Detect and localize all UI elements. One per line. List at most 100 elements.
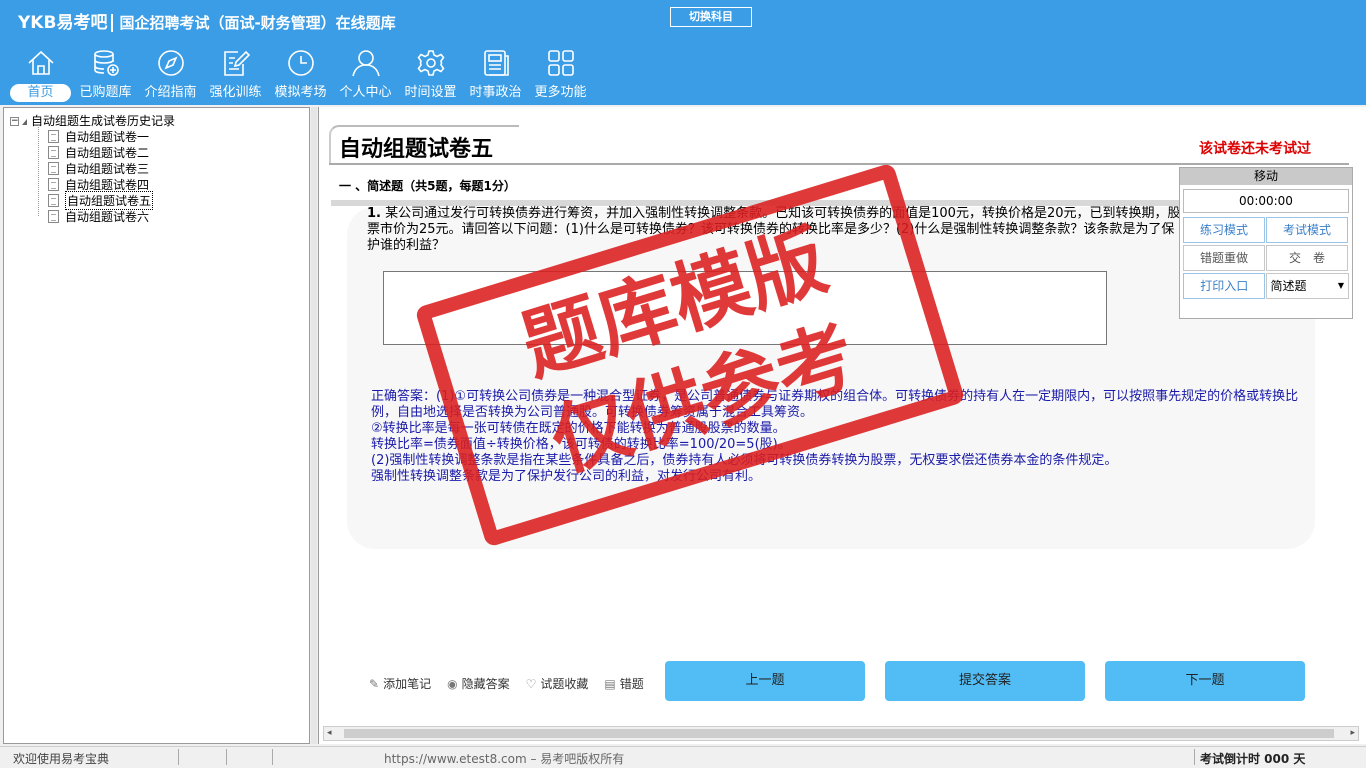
answer-input[interactable] [383, 271, 1107, 345]
favorite-button[interactable]: ♡ 试题收藏 [526, 675, 589, 692]
copyright-url: https://www.etest8.com – 易考吧版权所有 [384, 752, 625, 766]
eye-icon: ◉ [447, 677, 458, 691]
nav-label: 更多功能 [534, 85, 587, 100]
move-handle[interactable]: 移动 [1180, 168, 1352, 185]
nav-label: 时事政治 [469, 85, 522, 100]
nav-more[interactable]: 更多功能 [528, 48, 593, 104]
exam-countdown: 考试倒计时 000 天 [1200, 752, 1306, 766]
app-logo: YKB易考吧 国企招聘考试（面试-财务管理）在线题库 [18, 8, 396, 33]
timer-display: 00:00:00 [1183, 189, 1349, 213]
compass-icon [157, 50, 184, 76]
paper-view: 自动组题试卷五 该试卷还未考试过 一 、简述题（共5题，每题1分） 1. 某公司… [318, 107, 1366, 744]
divider [178, 749, 179, 765]
tool-label: 试题收藏 [540, 677, 589, 691]
wrong-questions-button[interactable]: ▤ 错题 [604, 675, 643, 692]
triangle-icon [22, 118, 27, 125]
tree-items: 自动组题试卷一 自动组题试卷二 自动组题试卷三 自动组题试卷四 自动组题试卷五 … [48, 128, 154, 224]
divider [272, 749, 273, 765]
document-icon [48, 177, 59, 191]
tool-label: 添加笔记 [383, 677, 432, 691]
nav-purchased[interactable]: 已购题库 [73, 48, 138, 104]
next-question-button[interactable]: 下一题 [1105, 661, 1305, 701]
gear-icon [416, 50, 445, 76]
exam-status: 该试卷还未考试过 [1199, 141, 1311, 157]
tree-root-label: 自动组题生成试卷历史记录 [31, 114, 176, 128]
home-icon [27, 50, 54, 75]
nav-guide[interactable]: 介绍指南 [138, 48, 203, 104]
nav-time-settings[interactable]: 时间设置 [398, 48, 463, 104]
hide-answer-button[interactable]: ◉ 隐藏答案 [447, 675, 510, 692]
document-icon [48, 145, 59, 159]
question-number: 1. [367, 206, 381, 221]
collapse-icon[interactable]: − [10, 117, 19, 126]
answer-line: 转换比率=债券面值÷转换价格，该可转债的转换比率=100/20=5(股)。 [371, 437, 791, 452]
exam-mode-button[interactable]: 考试模式 [1266, 217, 1348, 243]
scroll-right-icon[interactable]: ▸ [1350, 727, 1355, 740]
nav-label: 已购题库 [79, 85, 132, 100]
redo-wrong-button[interactable]: 错题重做 [1183, 245, 1265, 271]
scroll-thumb[interactable] [344, 729, 1334, 738]
brand-name: YKB易考吧 [18, 13, 108, 33]
app-header: YKB易考吧 国企招聘考试（面试-财务管理）在线题库 切换科目 首页 已购题库 介… [0, 0, 1366, 105]
nav-label: 强化训练 [209, 85, 262, 100]
answer-line: 强制性转换调整条款是为了保护发行公司的利益，对发行公司有利。 [371, 469, 762, 484]
nav-personal[interactable]: 个人中心 [333, 48, 398, 104]
database-icon [93, 50, 119, 76]
tree-item-selected[interactable]: 自动组题试卷五 [48, 190, 154, 210]
paper-history-tree: − 自动组题生成试卷历史记录 自动组题试卷一 自动组题试卷二 自动组题试卷三 自动… [3, 107, 310, 744]
nav-label: 时间设置 [404, 85, 457, 100]
question-type-select[interactable]: 简述题 [1266, 273, 1349, 299]
answer-line: (2)强制性转换调整条款是指在某些条件具备之后，债券持有人必须将可转换债券转换为… [371, 453, 1118, 468]
tree-item[interactable]: 自动组题试卷二 [48, 144, 153, 160]
submit-answer-button[interactable]: 提交答案 [885, 661, 1085, 701]
app-title: 国企招聘考试（面试-财务管理）在线题库 [119, 14, 396, 32]
main-nav: 首页 已购题库 介绍指南 强化训练 模拟考场 个人中心 时间设置 时事政治 更多… [8, 48, 593, 104]
nav-label: 介绍指南 [144, 85, 197, 100]
splitter[interactable] [311, 107, 317, 744]
book-icon: ▤ [604, 677, 616, 691]
tree-item-label: 自动组题试卷三 [65, 161, 150, 176]
question-card [347, 207, 1315, 549]
print-button[interactable]: 打印入口 [1183, 273, 1266, 299]
grid-icon [547, 50, 574, 76]
heart-icon: ♡ [525, 677, 537, 691]
document-icon [48, 209, 59, 223]
nav-label: 首页 [10, 84, 71, 102]
divider [111, 14, 114, 32]
scroll-left-icon[interactable]: ◂ [327, 727, 332, 740]
tree-connector [38, 125, 48, 216]
tree-item[interactable]: 自动组题试卷三 [48, 160, 153, 176]
prev-question-button[interactable]: 上一题 [665, 661, 865, 701]
question-tools: ✎ 添加笔记 ◉ 隐藏答案 ♡ 试题收藏 ▤ 错题 [369, 675, 660, 692]
switch-subject-button[interactable]: 切换科目 [670, 7, 752, 27]
practice-mode-button[interactable]: 练习模式 [1183, 217, 1265, 243]
horizontal-scrollbar[interactable]: ◂ ▸ [323, 726, 1359, 741]
nav-mock-exam[interactable]: 模拟考场 [268, 48, 333, 104]
nav-home[interactable]: 首页 [8, 48, 73, 104]
answer-line: ②转换比率是每一张可转债在既定的价格下能转换为普通股股票的数量。 [371, 421, 786, 436]
status-bar: 欢迎使用易考宝典 https://www.etest8.com – 易考吧版权所… [0, 746, 1366, 768]
tree-item-label: 自动组题试卷六 [65, 209, 150, 224]
pencil-icon: ✎ [369, 677, 380, 691]
paper-title: 自动组题试卷五 [339, 136, 494, 162]
control-panel: 移动 00:00:00 练习模式 考试模式 错题重做 交 卷 打印入口 简述题 [1179, 167, 1353, 319]
tool-label: 错题 [619, 677, 644, 691]
question-text: 1. 某公司通过发行可转换债券进行筹资，并加入强制性转换调整条款。已知该可转换债… [367, 206, 1187, 254]
nav-current-affairs[interactable]: 时事政治 [463, 48, 528, 104]
nav-label: 模拟考场 [274, 85, 327, 100]
add-note-button[interactable]: ✎ 添加笔记 [369, 675, 431, 692]
answer-line: 正确答案：(1)①可转换公司债券是一种混合型证券，是公司普通债券与证券期权的组合… [371, 389, 1299, 420]
news-icon [483, 50, 509, 76]
divider [1194, 749, 1195, 765]
tool-label: 隐藏答案 [461, 677, 510, 691]
tree-root[interactable]: − 自动组题生成试卷历史记录 [10, 112, 175, 129]
user-icon [351, 50, 380, 77]
tree-item[interactable]: 自动组题试卷六 [48, 208, 153, 224]
tree-item-label: 自动组题试卷一 [65, 129, 150, 144]
submit-paper-button[interactable]: 交 卷 [1266, 245, 1348, 271]
tree-item[interactable]: 自动组题试卷一 [48, 128, 153, 144]
clock-icon [287, 50, 314, 76]
nav-training[interactable]: 强化训练 [203, 48, 268, 104]
divider [226, 749, 227, 765]
section-heading: 一 、简述题（共5题，每题1分） [339, 179, 516, 193]
